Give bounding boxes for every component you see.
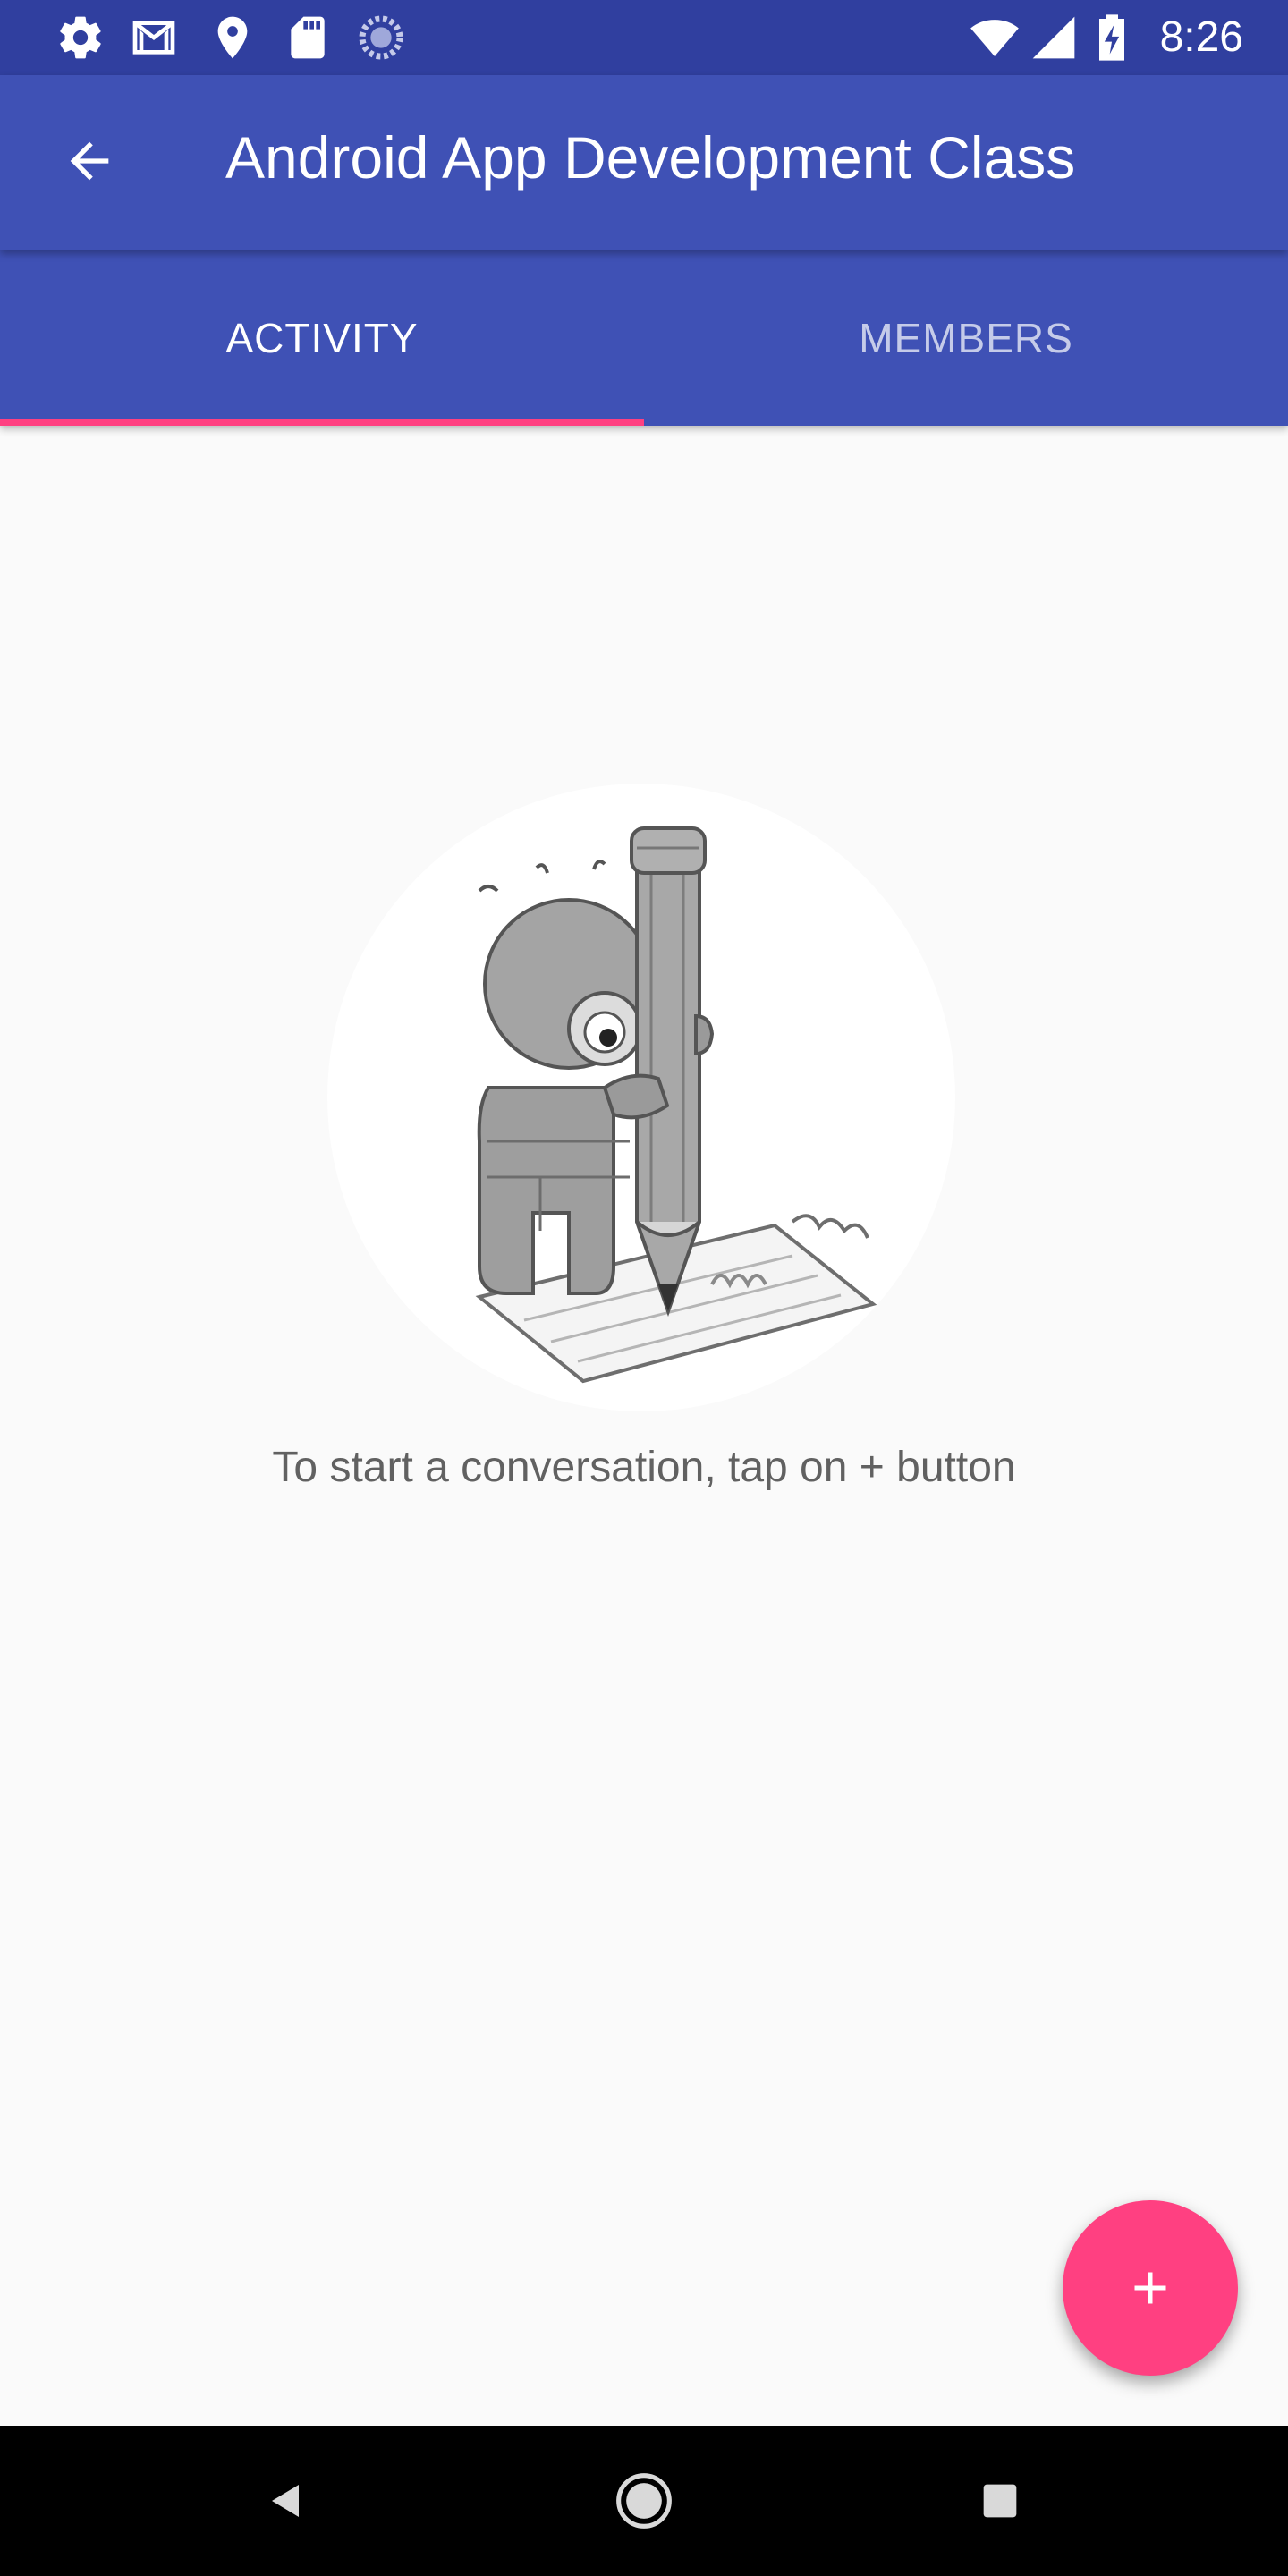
add-button[interactable] [1063,2200,1238,2376]
status-time: 8:26 [1159,13,1243,61]
settings-icon [60,16,101,59]
sd-card-icon [291,16,325,59]
empty-state-message: To start a conversation, tap on + button [272,1444,1016,1491]
page-title: Android App Development Class [225,124,1076,191]
nav-back-icon [272,2485,299,2517]
wifi-icon [970,20,1019,56]
arrow-back-icon [70,141,109,181]
app-bar: Android App Development Class [0,75,1288,250]
tab-activity[interactable]: ACTIVITY [0,250,644,426]
back-button[interactable] [43,114,136,208]
tab-activity-label: ACTIVITY [225,315,419,361]
gmail-icon [132,21,175,55]
tab-bar: ACTIVITY MEMBERS [0,250,1288,426]
nav-back-button[interactable] [242,2456,331,2546]
status-bar: 8:26 [0,0,1288,75]
tab-indicator [0,419,644,426]
tab-members-label: MEMBERS [859,315,1073,361]
battery-charging-icon [1099,14,1124,61]
navigation-bar [0,2426,1288,2576]
location-icon [217,16,248,59]
nav-home-button[interactable] [599,2456,689,2546]
character-with-pencil-illustration [327,784,955,1411]
nav-recents-icon [983,2484,1017,2518]
add-icon [1134,2272,1166,2304]
nav-home-icon [616,2473,672,2529]
sync-icon [359,15,403,60]
nav-recents-button[interactable] [955,2456,1045,2546]
cell-signal-icon [1032,16,1075,59]
tab-members[interactable]: MEMBERS [644,250,1288,426]
